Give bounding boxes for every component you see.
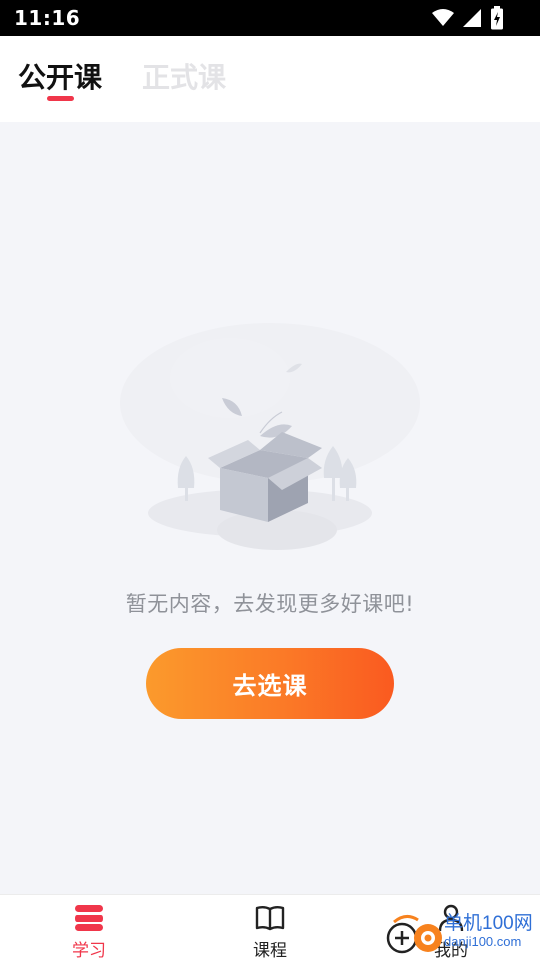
wifi-icon (432, 8, 454, 32)
status-bar: 11:16 (0, 0, 540, 36)
empty-box-illustration (110, 308, 430, 558)
watermark-logo-icon (386, 915, 442, 954)
watermark-url: danji100.com (444, 934, 522, 949)
watermark: 单机100网 danji100.com (386, 898, 538, 958)
open-book-icon (225, 901, 315, 935)
battery-charging-icon (490, 6, 504, 34)
signal-icon (462, 8, 482, 32)
nav-label-study: 学习 (72, 941, 106, 960)
nav-item-study[interactable]: 学习 (44, 901, 134, 960)
tab-open-class[interactable]: 公开课 (18, 56, 102, 96)
stack-icon (44, 901, 134, 935)
main-content: 暂无内容，去发现更多好课吧! 去选课 (0, 122, 540, 894)
tab-header: 公开课 正式课 (0, 36, 540, 122)
choose-course-button[interactable]: 去选课 (146, 648, 394, 719)
watermark-name: 单机100网 (444, 913, 533, 934)
active-tab-indicator (47, 96, 74, 101)
nav-label-course: 课程 (253, 941, 287, 960)
nav-item-course[interactable]: 课程 (225, 901, 315, 960)
tab-formal-class[interactable]: 正式课 (142, 56, 226, 96)
empty-state-message: 暂无内容，去发现更多好课吧! (125, 592, 415, 616)
status-icons (432, 6, 504, 34)
status-time: 11:16 (14, 6, 81, 30)
